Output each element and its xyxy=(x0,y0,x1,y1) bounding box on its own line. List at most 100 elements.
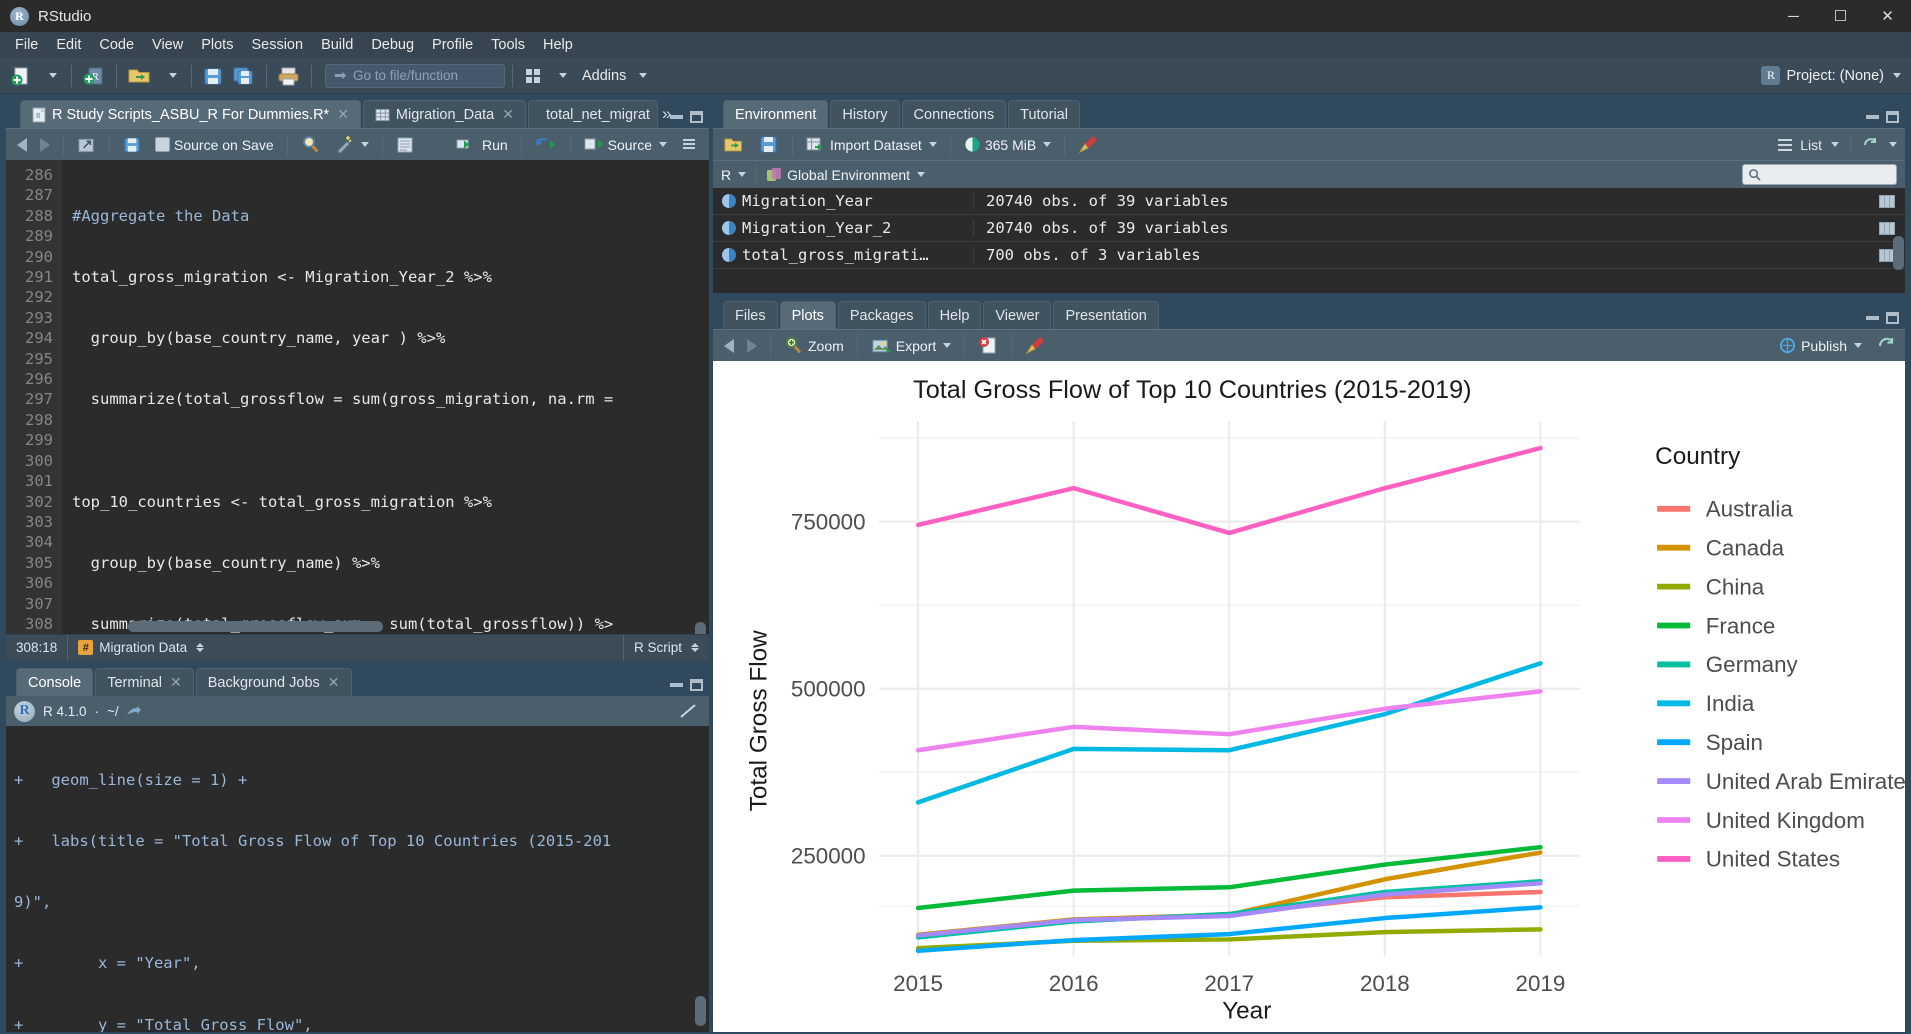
maximize-pane-icon[interactable] xyxy=(1886,111,1899,123)
document-outline-button[interactable] xyxy=(391,132,419,158)
workspace-panes-button[interactable] xyxy=(520,62,546,90)
environment-row[interactable]: Migration_Year_2 20740 obs. of 39 variab… xyxy=(713,215,1905,242)
source-button[interactable]: Source xyxy=(579,132,672,158)
maximize-pane-icon[interactable] xyxy=(690,111,703,123)
editor-tab-migration-data[interactable]: Migration_Data ✕ xyxy=(362,100,526,128)
expand-icon[interactable] xyxy=(722,194,736,208)
menu-debug[interactable]: Debug xyxy=(362,34,423,56)
tab-files[interactable]: Files xyxy=(723,301,778,329)
editor-body[interactable]: 286 287 288 289 290 291 292 293 294 295 … xyxy=(6,160,709,634)
rerun-button[interactable] xyxy=(530,132,562,158)
environment-language-label[interactable]: R xyxy=(721,167,731,183)
print-button[interactable] xyxy=(274,62,304,90)
tab-environment[interactable]: Environment xyxy=(723,100,829,128)
load-workspace-button[interactable] xyxy=(719,132,751,158)
expand-icon[interactable] xyxy=(722,248,736,262)
tab-terminal[interactable]: Terminal ✕ xyxy=(95,668,194,696)
open-file-dropdown[interactable] xyxy=(158,62,184,90)
scrollbar-thumb[interactable] xyxy=(695,996,706,1026)
menu-view[interactable]: View xyxy=(143,34,192,56)
save-document-button[interactable] xyxy=(118,132,147,158)
workspace-panes-dropdown[interactable] xyxy=(548,62,574,90)
editor-vertical-scrollbar[interactable] xyxy=(695,160,707,634)
code-tools-button[interactable] xyxy=(329,132,374,158)
run-button[interactable]: Run xyxy=(451,132,513,158)
save-button[interactable] xyxy=(199,62,227,90)
clear-environment-button[interactable] xyxy=(1073,132,1105,158)
save-all-button[interactable] xyxy=(229,62,259,90)
project-selector[interactable]: R Project: (None) xyxy=(1761,66,1901,85)
maximize-button[interactable]: ☐ xyxy=(1817,0,1864,32)
menu-session[interactable]: Session xyxy=(242,34,312,56)
menu-code[interactable]: Code xyxy=(90,34,143,56)
save-workspace-button[interactable] xyxy=(754,132,784,158)
menu-profile[interactable]: Profile xyxy=(423,34,482,56)
new-project-button[interactable]: R xyxy=(79,62,109,90)
previous-plot-button[interactable] xyxy=(719,333,739,359)
minimize-button[interactable]: ─ xyxy=(1770,0,1817,32)
minimize-pane-icon[interactable] xyxy=(1866,316,1879,320)
environment-search-input[interactable] xyxy=(1742,164,1897,185)
minimize-pane-icon[interactable] xyxy=(670,115,683,119)
close-icon[interactable]: ✕ xyxy=(502,106,514,123)
menu-plots[interactable]: Plots xyxy=(192,34,242,56)
menu-file[interactable]: File xyxy=(6,34,47,56)
addins-label[interactable]: Addins xyxy=(582,68,626,84)
console-vertical-scrollbar[interactable] xyxy=(695,728,707,1030)
tab-packages[interactable]: Packages xyxy=(837,301,926,329)
console-output[interactable]: + geom_line(size = 1) + + labs(title = "… xyxy=(6,726,709,1032)
next-plot-button[interactable] xyxy=(742,333,762,359)
close-icon[interactable]: ✕ xyxy=(170,674,182,691)
goto-file-function-input[interactable]: Go to file/function xyxy=(325,63,505,88)
tab-tutorial[interactable]: Tutorial xyxy=(1008,100,1080,128)
menu-edit[interactable]: Edit xyxy=(47,34,90,56)
tab-console[interactable]: Console xyxy=(16,668,94,696)
publish-button[interactable]: Publish xyxy=(1773,333,1867,359)
import-dataset-button[interactable]: Import Dataset xyxy=(801,132,942,158)
addins-dropdown[interactable] xyxy=(628,62,654,90)
close-button[interactable]: ✕ xyxy=(1864,0,1911,32)
close-icon[interactable]: ✕ xyxy=(337,106,349,123)
scrollbar-thumb[interactable] xyxy=(695,622,706,634)
menu-help[interactable]: Help xyxy=(534,34,582,56)
close-icon[interactable]: ✕ xyxy=(328,674,340,691)
clear-all-plots-button[interactable] xyxy=(1020,333,1052,359)
forward-button[interactable] xyxy=(35,132,55,158)
environment-row[interactable]: total_gross_migrati… 700 obs. of 3 varia… xyxy=(713,242,1905,269)
new-file-button[interactable] xyxy=(8,62,36,90)
environment-row[interactable]: Migration_Year 20740 obs. of 39 variable… xyxy=(713,188,1905,215)
working-directory-label[interactable]: ~/ xyxy=(107,704,119,719)
refresh-plot-icon[interactable] xyxy=(1877,336,1897,355)
minimize-pane-icon[interactable] xyxy=(1866,115,1879,119)
open-file-button[interactable] xyxy=(124,62,156,90)
maximize-pane-icon[interactable] xyxy=(690,679,703,691)
memory-usage-button[interactable]: 365 MiB xyxy=(959,132,1056,158)
global-environment-label[interactable]: Global Environment xyxy=(787,167,910,183)
minimize-pane-icon[interactable] xyxy=(670,683,683,687)
expand-icon[interactable] xyxy=(722,221,736,235)
show-in-new-window-button[interactable] xyxy=(72,132,101,158)
find-replace-button[interactable] xyxy=(296,132,326,158)
cursor-position[interactable]: 308:18 xyxy=(6,634,69,661)
environment-object-list[interactable]: Migration_Year 20740 obs. of 39 variable… xyxy=(713,188,1905,293)
editor-menu-button[interactable] xyxy=(675,132,703,158)
zoom-plot-button[interactable]: Zoom xyxy=(779,333,849,359)
back-button[interactable] xyxy=(12,132,32,158)
file-type-selector[interactable]: R Script xyxy=(622,634,709,661)
editor-code-text[interactable]: #Aggregate the Data total_gross_migratio… xyxy=(62,160,709,634)
editor-horizontal-scrollbar[interactable] xyxy=(128,621,687,632)
menu-build[interactable]: Build xyxy=(312,34,362,56)
source-on-save-checkbox[interactable]: Source on Save xyxy=(150,132,279,158)
tab-presentation[interactable]: Presentation xyxy=(1053,301,1159,329)
tab-plots[interactable]: Plots xyxy=(779,301,836,329)
editor-tab-total-net-migrat[interactable]: total_net_migrat xyxy=(527,100,658,128)
list-view-label[interactable]: List xyxy=(1800,137,1822,153)
menu-tools[interactable]: Tools xyxy=(482,34,534,56)
new-file-dropdown[interactable] xyxy=(38,62,64,90)
maximize-pane-icon[interactable] xyxy=(1886,312,1899,324)
code-scope-selector[interactable]: # Migration Data xyxy=(68,635,214,661)
export-plot-button[interactable]: Export xyxy=(866,333,956,359)
environment-vertical-scrollbar[interactable] xyxy=(1893,190,1904,291)
remove-plot-button[interactable] xyxy=(973,333,1003,359)
tab-connections[interactable]: Connections xyxy=(901,100,1007,128)
